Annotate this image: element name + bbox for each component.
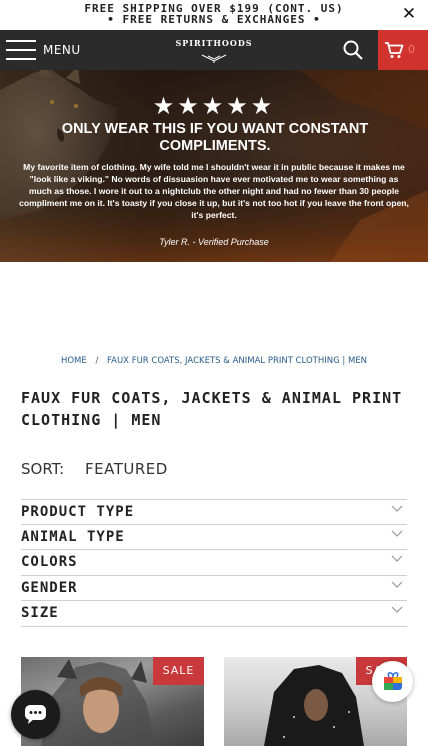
hero-banner[interactable]: ★★★★★ ONLY WEAR THIS IF YOU WANT CONSTAN… bbox=[0, 70, 428, 262]
sort-select[interactable]: FEATURED bbox=[85, 460, 168, 478]
logo-mark-icon bbox=[201, 54, 227, 63]
site-logo[interactable]: SPIRITHOODS bbox=[174, 38, 254, 63]
announcement-line-1: FREE SHIPPING OVER $199 (CONT. US) bbox=[84, 2, 344, 15]
sort-control[interactable]: SORT: FEATURED bbox=[21, 460, 168, 478]
breadcrumb-separator: / bbox=[95, 356, 99, 366]
hero-author: Tyler R. - Verified Purchase bbox=[159, 237, 269, 247]
menu-label[interactable]: MENU bbox=[43, 43, 81, 57]
chat-button[interactable] bbox=[11, 690, 60, 739]
announcement-line-2: • FREE RETURNS & EXCHANGES • bbox=[107, 13, 321, 26]
filter-list: PRODUCT TYPE ANIMAL TYPE COLORS GENDER S… bbox=[21, 499, 407, 627]
cart-button[interactable]: 0 bbox=[378, 30, 428, 70]
chevron-down-icon bbox=[391, 530, 403, 537]
search-icon[interactable] bbox=[342, 39, 364, 61]
breadcrumb-current[interactable]: FAUX FUR COATS, JACKETS & ANIMAL PRINT C… bbox=[107, 356, 367, 366]
chat-icon bbox=[25, 705, 46, 724]
filter-size[interactable]: SIZE bbox=[21, 601, 407, 627]
filter-animal-type[interactable]: ANIMAL TYPE bbox=[21, 525, 407, 550]
hero-quote: My favorite item of clothing. My wife to… bbox=[19, 162, 409, 220]
filter-label: ANIMAL TYPE bbox=[21, 528, 125, 545]
hero-headline: ONLY WEAR THIS IF YOU WANT CONSTANT COMP… bbox=[61, 121, 369, 154]
top-navigation: MENU SPIRITHOODS 0 bbox=[0, 30, 428, 70]
page-title: FAUX FUR COATS, JACKETS & ANIMAL PRINT C… bbox=[21, 389, 403, 429]
filter-label: COLORS bbox=[21, 554, 78, 570]
filter-colors[interactable]: COLORS bbox=[21, 550, 407, 576]
gift-box-icon bbox=[384, 672, 402, 690]
rewards-app-button[interactable] bbox=[372, 661, 413, 702]
chevron-down-icon bbox=[391, 581, 403, 588]
filter-label: GENDER bbox=[21, 579, 78, 596]
close-icon[interactable]: ✕ bbox=[401, 6, 417, 23]
chevron-down-icon bbox=[391, 555, 403, 562]
breadcrumb: HOME / FAUX FUR COATS, JACKETS & ANIMAL … bbox=[0, 356, 428, 366]
filter-gender[interactable]: GENDER bbox=[21, 576, 407, 601]
filter-label: SIZE bbox=[21, 605, 59, 621]
chevron-down-icon bbox=[391, 606, 403, 613]
rating-stars: ★★★★★ bbox=[152, 92, 276, 120]
logo-text: SPIRITHOODS bbox=[175, 38, 253, 48]
cart-icon bbox=[385, 42, 404, 58]
hamburger-menu-icon[interactable] bbox=[6, 40, 36, 60]
filter-product-type[interactable]: PRODUCT TYPE bbox=[21, 499, 407, 525]
cart-count: 0 bbox=[408, 43, 415, 56]
chevron-down-icon bbox=[391, 505, 403, 512]
breadcrumb-home-link[interactable]: HOME bbox=[61, 356, 87, 366]
announcement-bar: FREE SHIPPING OVER $199 (CONT. US) • FRE… bbox=[0, 0, 428, 30]
sort-label: SORT: bbox=[21, 460, 65, 478]
filter-label: PRODUCT TYPE bbox=[21, 504, 135, 520]
sale-badge: SALE bbox=[153, 657, 204, 685]
